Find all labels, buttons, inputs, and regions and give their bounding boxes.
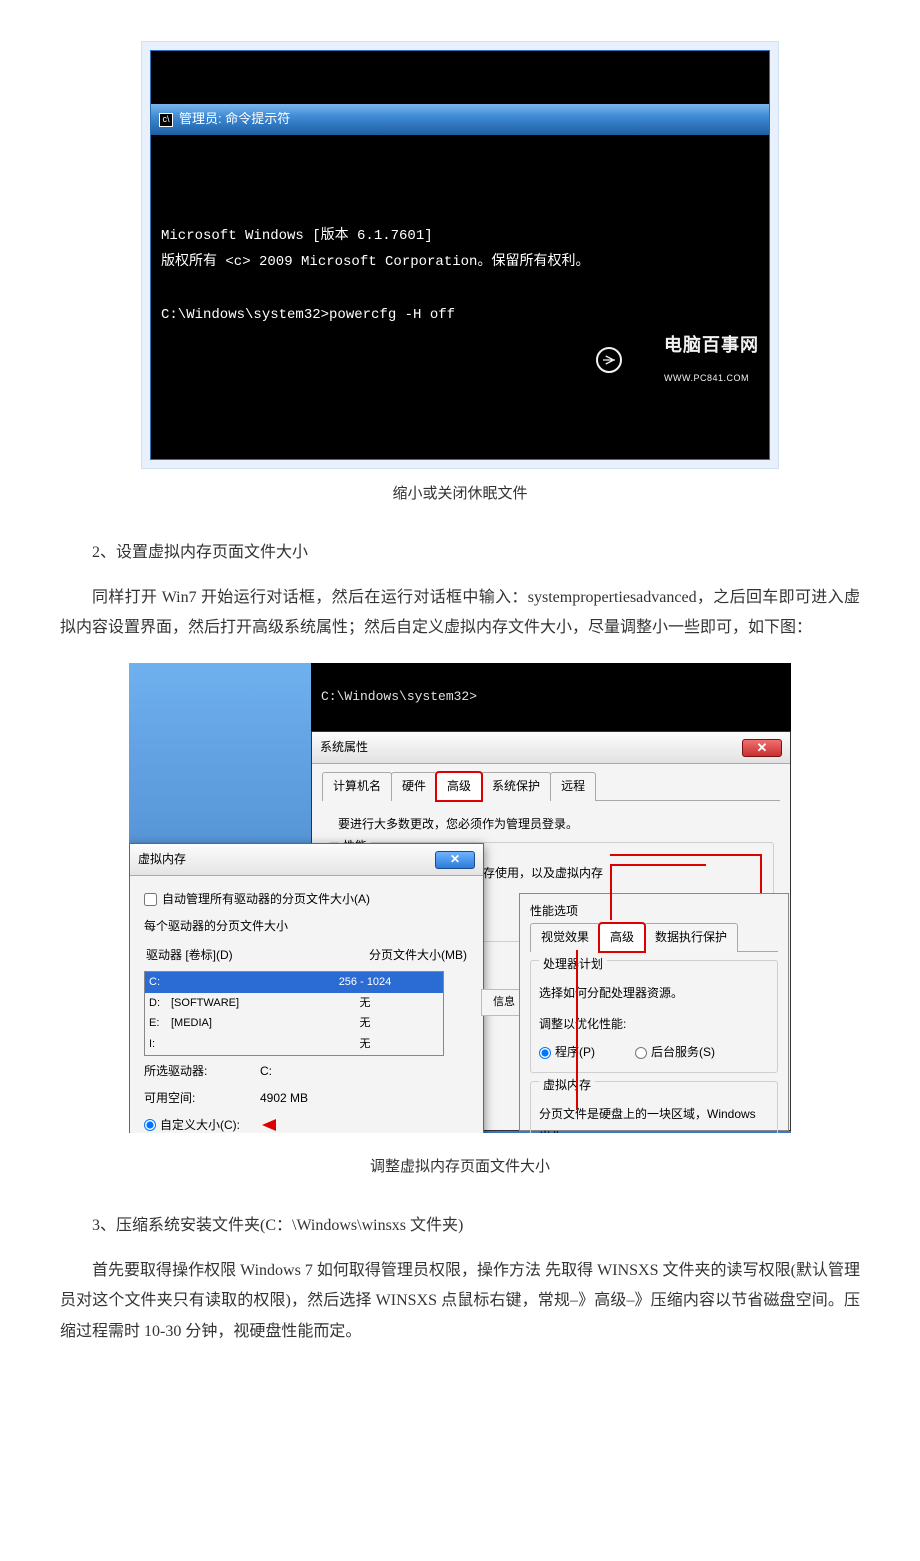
tab-remote[interactable]: 远程 (550, 772, 596, 801)
annotation-line (576, 950, 578, 1110)
vm-titlebar[interactable]: 虚拟内存 ✕ (130, 844, 483, 876)
auto-manage-input[interactable] (144, 893, 157, 906)
processor-legend: 处理器计划 (539, 953, 607, 976)
annotation-line (610, 854, 762, 856)
avail-space-label: 可用空间: (144, 1087, 254, 1110)
section-2-heading: 2、设置虚拟内存页面文件大小 (60, 538, 860, 568)
tab-system-protection[interactable]: 系统保护 (481, 772, 551, 801)
section-3-paragraph: 首先要取得操作权限 Windows 7 如何取得管理员权限，操作方法 先取得 W… (60, 1256, 860, 1347)
drive-row-e[interactable]: E: [MEDIA] 无 (145, 1013, 443, 1034)
custom-size-label: 自定义大小(C): (160, 1114, 240, 1134)
drive-row-d[interactable]: D: [SOFTWARE] 无 (145, 993, 443, 1014)
avail-space-value: 4902 MB (260, 1087, 308, 1110)
cmd-window: c\ 管理员: 命令提示符 Microsoft Windows [版本 6.1.… (150, 50, 770, 460)
optimize-label: 调整以优化性能: (539, 1013, 769, 1036)
processor-desc: 选择如何分配处理器资源。 (539, 982, 769, 1005)
sel-drive-value: C: (260, 1060, 272, 1083)
vm-desc: 分页文件是硬盘上的一块区域，Windows 当作 (539, 1103, 769, 1133)
sys-admin-note: 要进行大多数更改，您必须作为管理员登录。 (338, 813, 770, 836)
section-2-paragraph: 同样打开 Win7 开始运行对话框，然后在运行对话框中输入：systemprop… (60, 583, 860, 644)
sys-tabs: 计算机名 硬件 高级 系统保护 远程 (322, 772, 780, 801)
figure-dialogs: C:\Windows\system32> 系统属性 ✕ 计算机名 硬件 高级 系… (60, 663, 860, 1144)
figure-cmd: c\ 管理员: 命令提示符 Microsoft Windows [版本 6.1.… (60, 50, 860, 472)
sel-drive-label: 所选驱动器: (144, 1060, 254, 1083)
figure-cmd-caption: 缩小或关闭休眠文件 (60, 480, 860, 509)
auto-manage-checkbox[interactable]: 自动管理所有驱动器的分页文件大小(A) (144, 888, 469, 911)
processor-group: 处理器计划 选择如何分配处理器资源。 调整以优化性能: 程序(P) 后台服务(S… (530, 960, 778, 1073)
cmd-line-1: Microsoft Windows [版本 6.1.7601] (161, 228, 433, 244)
section-3-heading: 3、压缩系统安装文件夹(C：\Windows\winsxs 文件夹) (60, 1211, 860, 1241)
vm-title: 虚拟内存 (138, 848, 186, 871)
sys-titlebar[interactable]: 系统属性 ✕ (312, 732, 790, 764)
drive-col-label: 驱动器 [卷标](D) (146, 944, 233, 967)
watermark-url: WWW.PC841.COM (664, 373, 749, 383)
tab-dep[interactable]: 数据执行保护 (644, 923, 738, 952)
annotation-line (610, 864, 706, 866)
tab-hardware[interactable]: 硬件 (391, 772, 437, 801)
tab-advanced[interactable]: 高级 (436, 772, 482, 801)
tab-visual-effects[interactable]: 视觉效果 (530, 923, 600, 952)
cmd-titlebar: c\ 管理员: 命令提示符 (151, 104, 769, 135)
cmd-icon: c\ (159, 113, 173, 127)
cmd-prompt: C:\Windows\system32>powercfg -H off (161, 307, 455, 323)
cmd-title: 管理员: 命令提示符 (179, 107, 290, 132)
vm-group: 虚拟内存 分页文件是硬盘上的一块区域，Windows 当作 所有驱动器分页文件大… (530, 1081, 778, 1133)
drive-row-c[interactable]: C: 256 - 1024 (145, 972, 443, 993)
auto-manage-label: 自动管理所有驱动器的分页文件大小(A) (162, 888, 370, 911)
annotation-line (610, 864, 612, 920)
size-col-label: 分页文件大小(MB) (369, 944, 467, 967)
custom-size-radio[interactable]: 自定义大小(C): (144, 1114, 469, 1134)
drive-row-i[interactable]: I: 无 (145, 1034, 443, 1055)
custom-size-input[interactable] (144, 1119, 156, 1131)
vm-legend: 虚拟内存 (539, 1074, 595, 1097)
cmd2-strip: C:\Windows\system32> (311, 663, 791, 731)
tab-advanced-perf[interactable]: 高级 (599, 923, 645, 952)
virtual-memory-dialog: 虚拟内存 ✕ 自动管理所有驱动器的分页文件大小(A) 每个驱动器的分页文件大小 … (129, 843, 484, 1133)
perf-opts-title: 性能选项 (530, 900, 778, 923)
close-icon[interactable]: ✕ (742, 739, 782, 757)
cmd-body: Microsoft Windows [版本 6.1.7601] 版权所有 <c>… (151, 188, 769, 406)
performance-options-dialog: 性能选项 视觉效果 高级 数据执行保护 处理器计划 选择如何分配处理器资源。 调… (519, 893, 789, 1131)
cmd2-prompt: C:\Windows\system32> (321, 689, 477, 704)
arrow-icon (262, 1119, 276, 1131)
background-radio[interactable]: 后台服务(S) (635, 1041, 715, 1064)
dialogs-screenshot: C:\Windows\system32> 系统属性 ✕ 计算机名 硬件 高级 系… (129, 663, 791, 1133)
watermark-icon (596, 347, 622, 373)
each-drive-label: 每个驱动器的分页文件大小 (144, 915, 469, 938)
close-icon[interactable]: ✕ (435, 851, 475, 869)
watermark: 电脑百事网 WWW.PC841.COM (596, 321, 759, 398)
programs-radio[interactable]: 程序(P) (539, 1041, 595, 1064)
cmd-line-2: 版权所有 <c> 2009 Microsoft Corporation。保留所有… (161, 254, 589, 270)
drive-list[interactable]: C: 256 - 1024 D: [SOFTWARE] 无 E: [MEDIA]… (144, 971, 444, 1057)
perf-tabs: 视觉效果 高级 数据执行保护 (530, 923, 778, 952)
watermark-brand: 电脑百事网 (664, 335, 759, 355)
sys-title: 系统属性 (320, 736, 368, 759)
tab-computer-name[interactable]: 计算机名 (322, 772, 392, 801)
figure-dialogs-caption: 调整虚拟内存页面文件大小 (60, 1153, 860, 1182)
